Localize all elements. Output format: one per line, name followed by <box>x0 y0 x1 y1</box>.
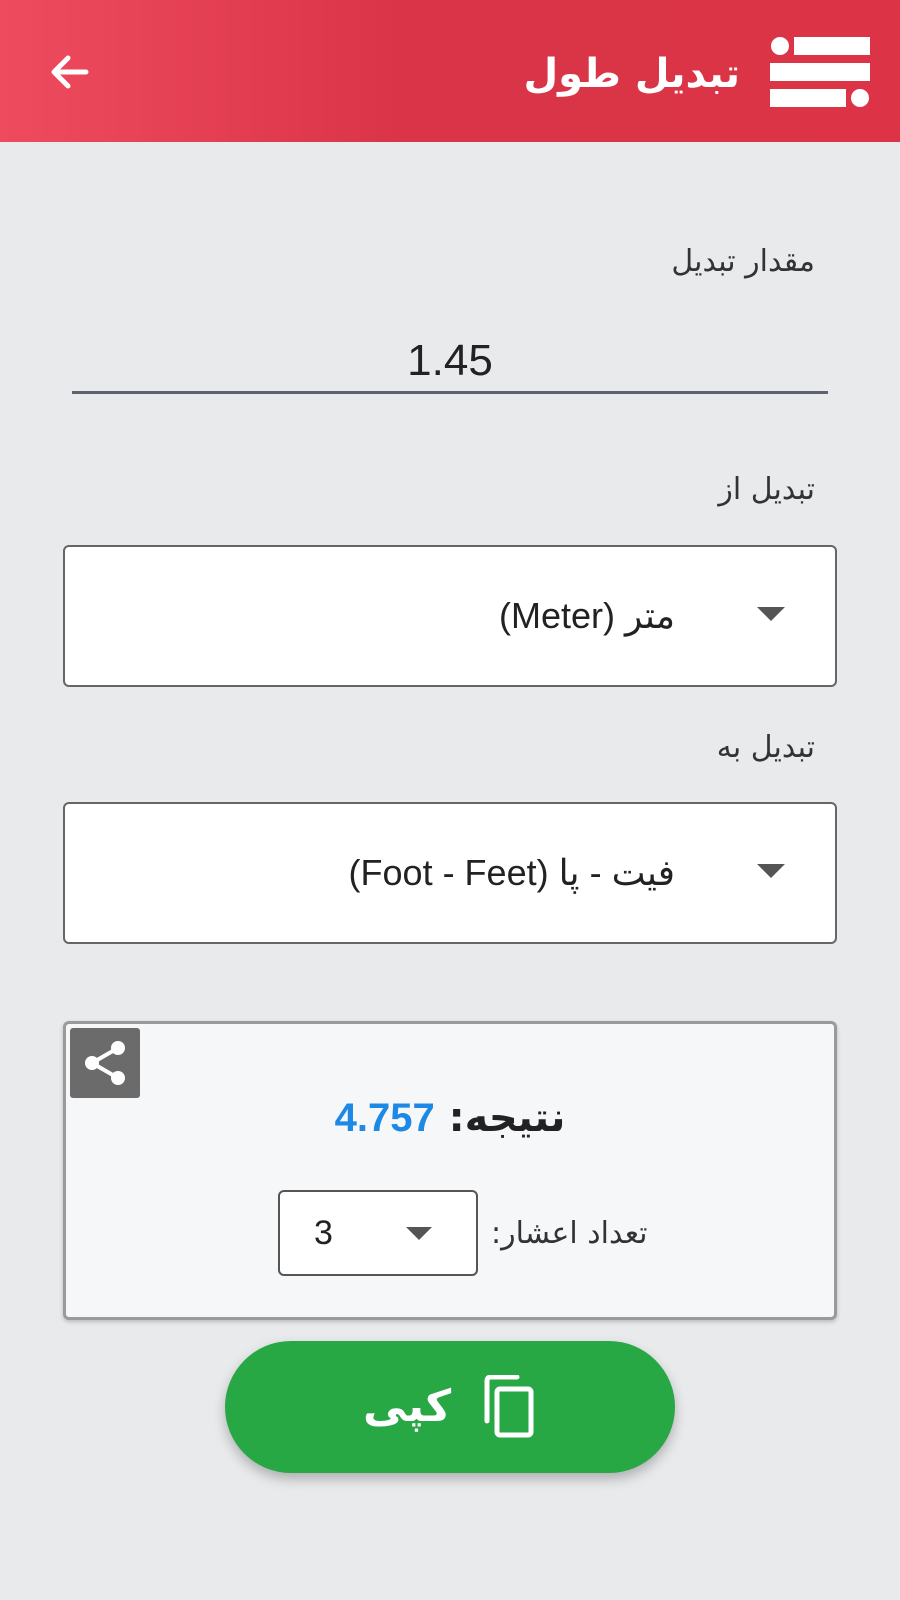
convert-from-select[interactable]: متر (Meter) <box>63 545 837 687</box>
app-logo-icon <box>770 37 870 107</box>
copy-button[interactable]: کپی <box>225 1341 675 1473</box>
convert-from-label: تبدیل از <box>718 472 815 507</box>
app-bar: تبدیل طول <box>0 0 900 142</box>
convert-to-value: فیت - پا (Foot - Feet) <box>348 852 675 893</box>
chevron-down-icon <box>406 1227 432 1240</box>
decimals-select[interactable]: 3 <box>278 1190 478 1276</box>
copy-icon <box>484 1375 534 1438</box>
decimals-value: 3 <box>314 1214 333 1252</box>
page-title: تبدیل طول <box>523 51 740 97</box>
convert-to-select[interactable]: فیت - پا (Foot - Feet) <box>63 802 837 944</box>
result-line: نتیجه: 4.757 <box>66 1088 834 1148</box>
chevron-down-icon <box>757 607 785 621</box>
convert-to-label: تبدیل به <box>716 730 815 765</box>
result-card: نتیجه: 4.757 تعداد اعشار: 3 <box>63 1021 837 1320</box>
amount-input[interactable] <box>72 330 828 394</box>
result-value: 4.757 <box>334 1096 435 1140</box>
amount-label: مقدار تبدیل <box>671 244 815 279</box>
share-icon <box>85 1041 125 1085</box>
chevron-down-icon <box>757 864 785 878</box>
result-label: نتیجه: <box>448 1095 566 1141</box>
convert-from-value: متر (Meter) <box>498 595 675 636</box>
arrow-left-icon <box>51 55 89 89</box>
copy-button-label: کپی <box>362 1381 452 1432</box>
decimals-label: تعداد اعشار: <box>491 1216 648 1251</box>
back-button[interactable] <box>38 40 102 104</box>
